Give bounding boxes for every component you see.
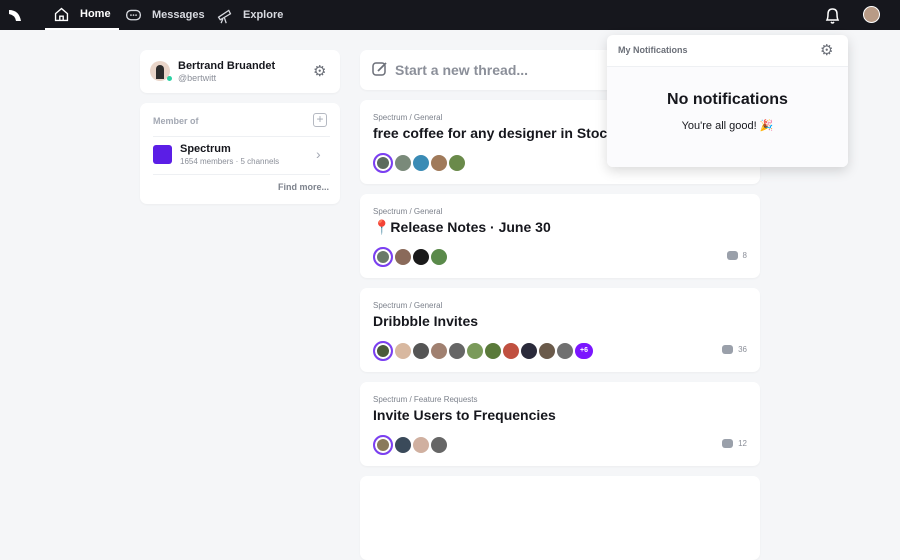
thread-title[interactable]: 📍Release Notes · June 30	[373, 219, 551, 236]
home-icon	[54, 7, 69, 21]
bell-icon[interactable]	[825, 7, 840, 24]
participant-avatar[interactable]	[557, 343, 573, 359]
participant-avatar[interactable]	[431, 343, 447, 359]
participant-avatar[interactable]	[431, 249, 447, 265]
profile-name[interactable]: Bertrand Bruandet	[178, 60, 275, 72]
profile-handle: @bertwitt	[178, 73, 217, 83]
message-count-value: 12	[738, 439, 747, 448]
gear-icon[interactable]: ⚙	[820, 43, 833, 58]
user-avatar[interactable]	[863, 6, 880, 23]
thread-title[interactable]: Invite Users to Frequencies	[373, 407, 556, 423]
nav-messages-label: Messages	[152, 9, 205, 21]
participant-avatar[interactable]	[373, 247, 393, 267]
participant-avatar[interactable]	[373, 153, 393, 173]
thread-breadcrumb[interactable]: Spectrum / General	[373, 301, 442, 310]
notifications-dropdown: My Notifications ⚙ No notifications You'…	[607, 35, 848, 167]
participant-avatar[interactable]	[413, 249, 429, 265]
spectrum-logo[interactable]	[9, 9, 22, 22]
participant-avatar[interactable]	[503, 343, 519, 359]
thread-breadcrumb[interactable]: Spectrum / Feature Requests	[373, 395, 478, 404]
message-bubble-icon	[722, 345, 734, 354]
participants: +6	[373, 341, 593, 361]
participant-avatar[interactable]	[521, 343, 537, 359]
gear-icon[interactable]: ⚙	[313, 64, 326, 79]
message-count-value: 36	[738, 345, 747, 354]
participant-avatar[interactable]	[431, 437, 447, 453]
member-of-heading: Member of	[153, 116, 199, 126]
divider	[153, 174, 330, 175]
participant-avatar[interactable]	[485, 343, 501, 359]
participant-avatar[interactable]	[449, 155, 465, 171]
message-bubble-icon	[726, 251, 738, 260]
spectrum-community-icon	[153, 145, 172, 164]
participant-avatar[interactable]	[467, 343, 483, 359]
telescope-icon	[217, 8, 232, 23]
thread-card[interactable]	[360, 476, 760, 560]
participant-avatar[interactable]	[539, 343, 555, 359]
message-icon	[126, 9, 141, 20]
profile-card: Bertrand Bruandet @bertwitt ⚙	[140, 50, 340, 93]
thread-card[interactable]: Spectrum / General 📍Release Notes · June…	[360, 194, 760, 278]
add-community-button[interactable]: +	[313, 113, 327, 127]
divider	[153, 136, 330, 137]
chevron-right-icon: ›	[316, 146, 321, 162]
more-participants-badge: +6	[575, 343, 593, 359]
community-name: Spectrum	[180, 143, 231, 155]
nav-home-label: Home	[80, 8, 111, 20]
edit-icon	[372, 62, 387, 76]
nav-explore-label: Explore	[243, 9, 284, 21]
participant-avatar[interactable]	[431, 155, 447, 171]
empty-title: No notifications	[667, 91, 788, 108]
message-bubble-icon	[722, 439, 734, 448]
message-count: 12	[722, 439, 747, 448]
member-of-card: Member of + Spectrum 1654 members · 5 ch…	[140, 103, 340, 204]
participants	[373, 435, 447, 455]
nav-explore[interactable]: Explore	[216, 0, 283, 30]
participant-avatar[interactable]	[413, 437, 429, 453]
participant-avatar[interactable]	[373, 341, 393, 361]
participant-avatar[interactable]	[413, 155, 429, 171]
find-more-link[interactable]: Find more...	[278, 182, 329, 192]
participant-avatar[interactable]	[413, 343, 429, 359]
online-indicator	[167, 76, 172, 81]
thread-title[interactable]: Dribbble Invites	[373, 313, 478, 329]
participant-avatar[interactable]	[395, 343, 411, 359]
participant-avatar[interactable]	[373, 435, 393, 455]
message-count: 8	[726, 251, 747, 260]
thread-card[interactable]: Spectrum / General Dribbble Invites +6 3…	[360, 288, 760, 372]
notifications-title: My Notifications	[618, 45, 688, 55]
participants	[373, 153, 465, 173]
participant-avatar[interactable]	[395, 437, 411, 453]
top-nav: Home Messages Explore	[0, 0, 900, 30]
nav-messages[interactable]: Messages	[125, 0, 205, 30]
participants	[373, 247, 447, 267]
participant-avatar[interactable]	[395, 249, 411, 265]
thread-card[interactable]: Spectrum / Feature Requests Invite Users…	[360, 382, 760, 466]
message-count-value: 8	[742, 251, 747, 260]
community-meta: 1654 members · 5 channels	[180, 157, 280, 166]
composer-placeholder: Start a new thread...	[395, 62, 529, 78]
thread-breadcrumb[interactable]: Spectrum / General	[373, 113, 442, 122]
participant-avatar[interactable]	[395, 155, 411, 171]
empty-text: You're all good! 🎉	[681, 120, 774, 132]
message-count: 36	[722, 345, 747, 354]
thread-breadcrumb[interactable]: Spectrum / General	[373, 207, 442, 216]
nav-home[interactable]: Home	[45, 0, 119, 30]
participant-avatar[interactable]	[449, 343, 465, 359]
